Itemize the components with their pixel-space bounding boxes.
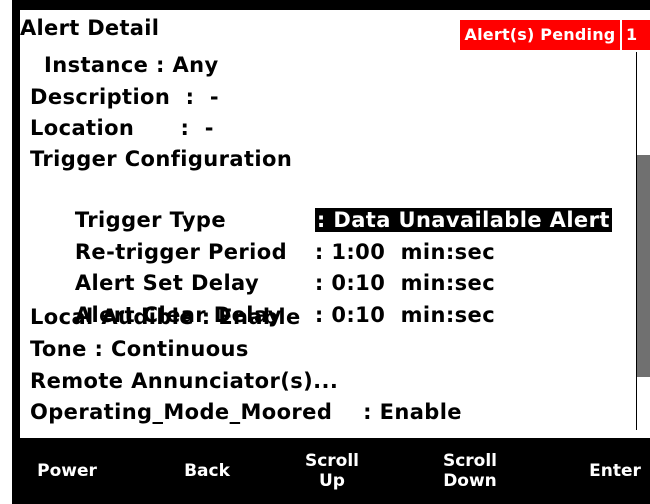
description-row[interactable]: Description : - (30, 82, 219, 112)
scroll-down-label-line2: Down (443, 471, 497, 491)
tone-row[interactable]: Tone : Continuous (30, 334, 249, 364)
alerts-pending-count: 1 (622, 20, 650, 50)
alert-set-delay-row[interactable]: Alert Set Delay: 0:10 min:sec (44, 238, 495, 295)
scroll-down-softkey[interactable]: Scroll Down (410, 438, 530, 504)
enter-label: Enter (589, 461, 641, 481)
trigger-configuration-heading: Trigger Configuration (30, 147, 293, 171)
operating-mode-row[interactable]: Operating_Mode_Moored : Enable (30, 397, 462, 427)
display-screen: Alert Detail Alert(s) Pending 1 Instance… (20, 10, 650, 438)
local-audible-row[interactable]: Local Audible : Enable (30, 302, 301, 332)
instance-row[interactable]: Instance : Any (44, 50, 219, 80)
scroll-up-label-line1: Scroll (304, 451, 360, 471)
back-softkey[interactable]: Back (152, 438, 262, 504)
power-softkey[interactable]: Power (12, 438, 122, 504)
enter-softkey[interactable]: Enter (580, 438, 650, 504)
scrollbar-thumb[interactable] (637, 155, 650, 377)
location-row[interactable]: Location : - (30, 113, 214, 143)
screen-frame-left (12, 0, 20, 504)
power-label: Power (37, 461, 97, 481)
alerts-pending-badge[interactable]: Alert(s) Pending (460, 20, 620, 50)
page-title: Alert Detail (20, 16, 160, 40)
screen-frame-top (12, 0, 650, 10)
retrigger-period-row[interactable]: Re-trigger Period: 1:00 min:sec (44, 207, 495, 264)
alert-clear-delay-row[interactable]: Alert Clear Delay: 0:10 min:sec (44, 270, 495, 327)
alert-clear-delay-value: : 0:10 min:sec (314, 303, 496, 327)
remote-annunciators-row[interactable]: Remote Annunciator(s)... (30, 366, 338, 396)
scroll-down-label-line1: Scroll (442, 451, 498, 471)
softkey-bar: Power Back Scroll Up Scroll Down Enter (12, 438, 650, 504)
scroll-up-softkey[interactable]: Scroll Up (272, 438, 392, 504)
trigger-type-row[interactable]: Trigger Type: Data Unavailable Alert (44, 175, 612, 232)
back-label: Back (184, 461, 230, 481)
scroll-up-label-line2: Up (319, 471, 345, 491)
